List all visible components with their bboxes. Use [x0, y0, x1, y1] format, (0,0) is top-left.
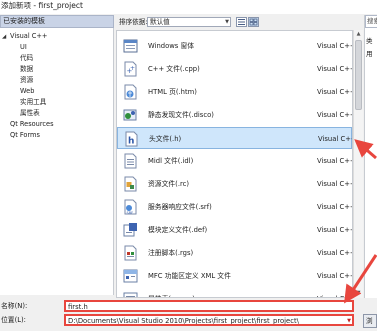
def-file-icon [123, 223, 137, 237]
expand-arrow-icon[interactable]: ◢ [2, 33, 10, 42]
template-tree: ◢ Visual C++ UI 代码 数据 资源 Web 实用工具 属性表 Qt … [0, 28, 114, 295]
tree-item-code[interactable]: 代码 [20, 54, 33, 63]
template-category: Visual C++ [317, 203, 353, 211]
tree-item-qt-forms[interactable]: Qt Forms [10, 131, 40, 140]
template-list: Windows 窗体 Visual C++ + + C++ 文件(.cpp) Vi… [116, 30, 353, 298]
name-label: 名称(N): [1, 302, 28, 310]
tree-item-property-sheet[interactable]: 属性表 [20, 109, 40, 118]
template-name: Windows 窗体 [148, 42, 195, 50]
search-input[interactable]: 搜索 [365, 15, 377, 28]
grid-view-icon [249, 18, 258, 26]
list-view-icon [238, 19, 245, 25]
template-category: Visual C++ [317, 272, 353, 280]
chevron-down-icon: ▼ [225, 19, 229, 25]
disco-file-icon [123, 109, 137, 121]
template-category: Visual C++ [317, 88, 353, 96]
resource-file-icon [124, 176, 137, 192]
type-label: 类 [366, 37, 373, 45]
tree-item-data[interactable]: 数据 [20, 65, 33, 74]
template-name: 注册脚本(.rgs) [148, 249, 194, 257]
mfc-ribbon-xml-icon [123, 269, 138, 283]
tree-item-web[interactable]: Web [20, 87, 34, 96]
scroll-up-icon[interactable]: ▲ [354, 30, 363, 39]
tree-item-ui[interactable]: UI [20, 43, 27, 52]
props-file-icon [123, 292, 138, 297]
rgs-file-icon [124, 245, 137, 261]
template-row[interactable]: 资源文件(.rc) Visual C++ [117, 173, 352, 195]
installed-templates-header: 已安装的模板 [0, 15, 114, 28]
scroll-thumb[interactable] [355, 40, 362, 110]
windows-form-icon [123, 39, 138, 53]
tree-item-resource[interactable]: 资源 [20, 76, 33, 85]
list-scrollbar[interactable]: ▲ ▼ [353, 30, 363, 298]
details-panel: 搜索 类 用 [364, 15, 377, 298]
template-category: Visual C++ [317, 111, 353, 119]
detail-view-button[interactable] [248, 17, 259, 27]
sort-value: 默认值 [150, 18, 170, 26]
list-view-button[interactable] [236, 17, 247, 27]
template-row[interactable]: MFC 功能区定义 XML 文件 Visual C++ [117, 265, 352, 287]
template-category: Visual C++ [317, 180, 353, 188]
sort-dropdown[interactable]: 默认值 ▼ [147, 17, 231, 27]
window-title: 添加新项 - first_project [0, 0, 377, 14]
sort-label: 排序依据: [119, 18, 148, 26]
template-category: Visual C++ [317, 288, 352, 297]
description-label: 用 [366, 50, 373, 58]
template-name: C++ 文件(.cpp) [148, 65, 200, 73]
template-row[interactable]: 注册脚本(.rgs) Visual C++ [117, 242, 352, 264]
tree-item-qt-resources[interactable]: Qt Resources [10, 120, 54, 129]
template-row[interactable]: 属性表(.props) Visual C++ [117, 288, 352, 297]
template-row[interactable]: + + C++ 文件(.cpp) Visual C++ [117, 58, 352, 80]
template-category: Visual C++ [317, 157, 353, 165]
template-name: 模块定义文件(.def) [148, 226, 208, 234]
template-category: Visual C++ [318, 135, 353, 143]
template-row[interactable]: HTML 页(.htm) Visual C++ [117, 81, 352, 103]
location-field[interactable]: D:\Documents\Visual Studio 2010\Projects… [64, 314, 354, 326]
location-value: D:\Documents\Visual Studio 2010\Projects… [68, 317, 299, 325]
midl-file-icon [124, 153, 137, 169]
cpp-file-icon: ++ [124, 61, 137, 77]
template-category: Visual C++ [317, 226, 353, 234]
tree-item-visual-cpp[interactable]: ◢ Visual C++ [2, 32, 47, 41]
template-name: 服务器响应文件(.srf) [148, 203, 212, 211]
template-name: HTML 页(.htm) [148, 88, 197, 96]
template-category: Visual C++ [317, 249, 353, 257]
svg-text:+: + [130, 65, 135, 72]
svg-text:h: h [128, 137, 134, 147]
template-name: Midl 文件(.idl) [148, 157, 194, 165]
template-row[interactable]: SRF 服务器响应文件(.srf) Visual C++ [117, 196, 352, 218]
browse-button[interactable]: 浏 [363, 314, 377, 328]
chevron-down-icon[interactable]: ▼ [347, 316, 351, 324]
list-toolbar: 排序依据: 默认值 ▼ [114, 15, 354, 29]
html-page-icon [124, 84, 137, 100]
template-row-selected[interactable]: h 头文件(.h) Visual C++ [117, 127, 352, 149]
name-field[interactable]: first.h [64, 300, 354, 312]
location-label: 位置(L): [1, 316, 26, 324]
template-category: Visual C++ [317, 65, 353, 73]
template-row[interactable]: Midl 文件(.idl) Visual C++ [117, 150, 352, 172]
template-category: Visual C++ [317, 42, 353, 50]
scroll-down-icon[interactable]: ▼ [354, 289, 363, 298]
svg-text:SRF: SRF [127, 211, 134, 215]
template-name: 资源文件(.rc) [148, 180, 190, 188]
template-row[interactable]: 模块定义文件(.def) Visual C++ [117, 219, 352, 241]
template-row[interactable]: Windows 窗体 Visual C++ [117, 35, 352, 57]
template-name: 属性表(.props) [148, 288, 195, 297]
template-row[interactable]: 静态发现文件(.disco) Visual C++ [117, 104, 352, 126]
template-name: MFC 功能区定义 XML 文件 [148, 272, 231, 280]
header-file-icon: h [125, 131, 138, 147]
template-name: 静态发现文件(.disco) [148, 111, 214, 119]
srf-file-icon: SRF [124, 199, 137, 215]
template-name: 头文件(.h) [149, 135, 182, 143]
tree-item-utility[interactable]: 实用工具 [20, 98, 46, 107]
